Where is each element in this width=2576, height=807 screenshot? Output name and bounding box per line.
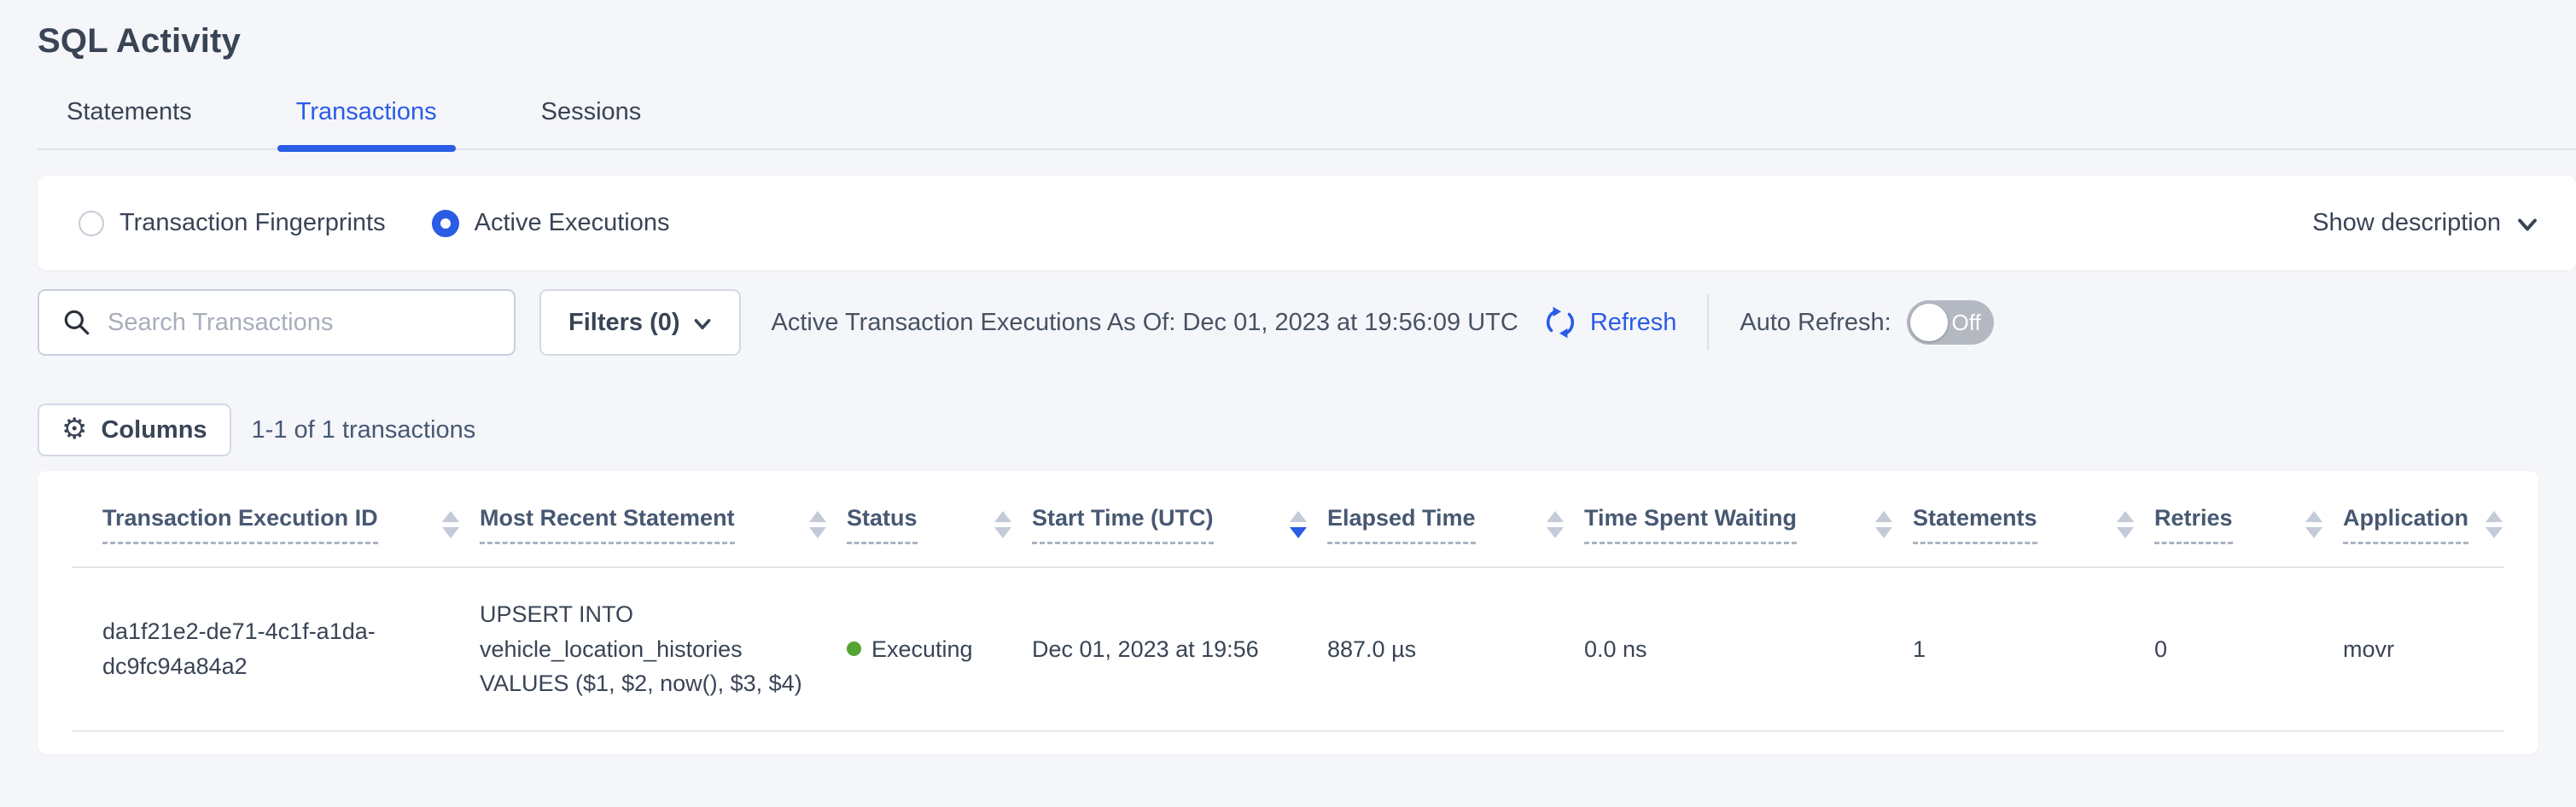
- table-row: da1f21e2-de71-4c1f-a1da-dc9fc94a84a2 UPS…: [72, 567, 2504, 731]
- sort-icon[interactable]: [792, 511, 826, 538]
- search-icon: [61, 307, 92, 338]
- cell-start-time: Dec 01, 2023 at 19:56: [1032, 567, 1327, 731]
- col-header-start-time[interactable]: Start Time (UTC): [1032, 476, 1327, 567]
- radio-label-fingerprints: Transaction Fingerprints: [119, 209, 386, 237]
- columns-button-label: Columns: [101, 416, 207, 444]
- col-header-time-spent-waiting[interactable]: Time Spent Waiting: [1584, 476, 1913, 567]
- toggle-knob: [1910, 304, 1948, 341]
- sort-icon[interactable]: [1530, 511, 1564, 538]
- cell-retries: 0: [2154, 567, 2343, 731]
- col-header-most-recent-statement[interactable]: Most Recent Statement: [480, 476, 847, 567]
- as-of-text: Active Transaction Executions As Of: Dec…: [772, 309, 1518, 337]
- cell-time-spent-waiting: 0.0 ns: [1584, 567, 1913, 731]
- result-count: 1-1 of 1 transactions: [252, 416, 476, 444]
- table-header-row: Transaction Execution ID Most Recent Sta…: [72, 476, 2504, 567]
- tab-transactions[interactable]: Transactions: [277, 98, 456, 148]
- tab-bar: Statements Transactions Sessions: [38, 98, 2576, 150]
- chevron-down-icon: [693, 317, 712, 332]
- cell-status: Executing: [847, 567, 1032, 731]
- search-box[interactable]: [38, 289, 516, 356]
- sort-icon-active-desc[interactable]: [1273, 511, 1307, 538]
- cell-elapsed-time: 887.0 µs: [1327, 567, 1584, 731]
- col-header-status[interactable]: Status: [847, 476, 1032, 567]
- cell-transaction-execution-id[interactable]: da1f21e2-de71-4c1f-a1da-dc9fc94a84a2: [72, 567, 480, 731]
- col-header-elapsed-time[interactable]: Elapsed Time: [1327, 476, 1584, 567]
- filters-button[interactable]: Filters (0): [539, 289, 741, 356]
- gear-icon: ⚙: [61, 415, 87, 444]
- col-header-statements[interactable]: Statements: [1913, 476, 2154, 567]
- toolbar: Filters (0) Active Transaction Execution…: [38, 289, 2538, 356]
- toggle-state-label: Off: [1952, 300, 1981, 345]
- sort-icon[interactable]: [1858, 511, 1892, 538]
- transactions-table-card: Transaction Execution ID Most Recent Sta…: [38, 471, 2538, 754]
- radio-active-executions[interactable]: Active Executions: [432, 209, 670, 237]
- tab-sessions[interactable]: Sessions: [522, 98, 661, 148]
- radio-transaction-fingerprints[interactable]: Transaction Fingerprints: [79, 209, 386, 237]
- col-header-application[interactable]: Application: [2343, 476, 2504, 567]
- tab-statements[interactable]: Statements: [48, 98, 211, 148]
- sort-icon[interactable]: [425, 511, 459, 538]
- sort-icon[interactable]: [2100, 511, 2134, 538]
- filters-label: Filters (0): [568, 309, 680, 337]
- col-header-transaction-execution-id[interactable]: Transaction Execution ID: [72, 476, 480, 567]
- cell-application: movr: [2343, 567, 2504, 731]
- auto-refresh-label: Auto Refresh:: [1740, 309, 1891, 337]
- auto-refresh-toggle[interactable]: Off: [1907, 300, 1994, 345]
- radio-selected-icon[interactable]: [432, 210, 459, 237]
- refresh-label: Refresh: [1590, 309, 1677, 337]
- chevron-down-icon: [2516, 217, 2538, 234]
- radio-unselected-icon[interactable]: [79, 211, 104, 236]
- refresh-icon: [1542, 305, 1578, 340]
- cell-statements: 1: [1913, 567, 2154, 731]
- radio-label-active-executions: Active Executions: [475, 209, 670, 237]
- view-options-card: Transaction Fingerprints Active Executio…: [38, 176, 2576, 270]
- transactions-table: Transaction Execution ID Most Recent Sta…: [72, 476, 2504, 732]
- results-row: ⚙ Columns 1-1 of 1 transactions: [38, 404, 2538, 456]
- sort-icon[interactable]: [2468, 511, 2503, 538]
- sql-activity-page: SQL Activity Statements Transactions Ses…: [0, 22, 2576, 807]
- toolbar-divider: [1707, 294, 1709, 351]
- cell-most-recent-statement[interactable]: UPSERT INTO vehicle_location_histories V…: [480, 567, 847, 731]
- sort-icon[interactable]: [2288, 511, 2322, 538]
- page-title: SQL Activity: [38, 22, 2576, 61]
- status-executing-dot-icon: [847, 642, 861, 656]
- search-input[interactable]: [108, 309, 505, 337]
- show-description-label: Show description: [2312, 209, 2501, 237]
- col-header-retries[interactable]: Retries: [2154, 476, 2343, 567]
- columns-button[interactable]: ⚙ Columns: [38, 404, 231, 456]
- show-description-button[interactable]: Show description: [2312, 209, 2538, 237]
- sort-icon[interactable]: [977, 511, 1011, 538]
- refresh-button[interactable]: Refresh: [1542, 305, 1677, 340]
- status-label: Executing: [871, 632, 973, 667]
